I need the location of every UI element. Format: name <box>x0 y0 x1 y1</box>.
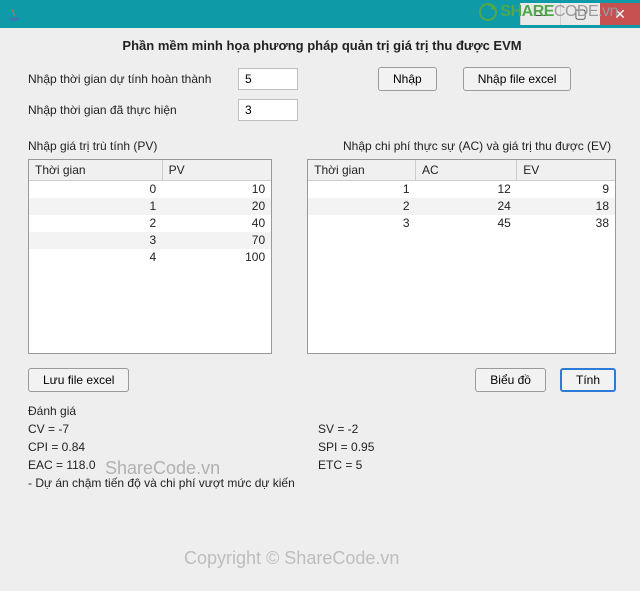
eval-cpi: CPI = 0.84 <box>28 438 318 456</box>
column-header[interactable]: EV <box>517 160 615 181</box>
input-excel-button[interactable]: Nhập file excel <box>463 67 572 91</box>
acev-table[interactable]: Thời gianACEV 11292241834538 <box>307 159 616 354</box>
table-row[interactable]: 34538 <box>308 215 615 232</box>
table-row[interactable]: 120 <box>29 198 271 215</box>
window-content: Phần mềm minh họa phương pháp quản trị g… <box>0 28 640 591</box>
table-row[interactable]: 22418 <box>308 198 615 215</box>
label-actual-time: Nhập thời gian đã thực hiện <box>28 103 228 117</box>
eval-heading: Đánh giá <box>28 402 616 420</box>
evaluation-panel: Đánh giá CV = -7 SV = -2 CPI = 0.84 SPI … <box>28 402 616 492</box>
input-button[interactable]: Nhập <box>378 67 437 91</box>
eval-sv: SV = -2 <box>318 420 358 438</box>
column-header[interactable]: Thời gian <box>29 160 162 181</box>
sharecode-logo: SHARECODE.vn <box>478 2 618 22</box>
label-est-complete: Nhập thời gian dự tính hoàn thành <box>28 72 228 86</box>
save-excel-button[interactable]: Lưu file excel <box>28 368 129 392</box>
eval-note: - Dự án chậm tiến độ và chi phí vượt mức… <box>28 474 616 492</box>
table-row[interactable]: 010 <box>29 181 271 198</box>
pv-table[interactable]: Thời gianPV 0101202403704100 <box>28 159 272 354</box>
actual-time-input[interactable] <box>238 99 298 121</box>
table-row[interactable]: 370 <box>29 232 271 249</box>
eval-etc: ETC = 5 <box>318 456 362 474</box>
pv-section-label: Nhập giá trị trù tính (PV) <box>28 139 273 153</box>
watermark-copyright: Copyright © ShareCode.vn <box>184 548 399 569</box>
eval-eac: EAC = 118.0 <box>28 456 318 474</box>
java-icon <box>6 6 22 22</box>
column-header[interactable]: PV <box>162 160 271 181</box>
chart-button[interactable]: Biểu đồ <box>475 368 546 392</box>
table-row[interactable]: 240 <box>29 215 271 232</box>
column-header[interactable]: AC <box>416 160 517 181</box>
table-row[interactable]: 1129 <box>308 181 615 198</box>
table-row[interactable]: 4100 <box>29 249 271 266</box>
column-header[interactable]: Thời gian <box>308 160 415 181</box>
eval-cv: CV = -7 <box>28 420 318 438</box>
est-complete-input[interactable] <box>238 68 298 90</box>
app-title: Phần mềm minh họa phương pháp quản trị g… <box>28 38 616 53</box>
acev-section-label: Nhập chi phí thực sự (AC) và giá trị thu… <box>343 139 611 153</box>
eval-spi: SPI = 0.95 <box>318 438 374 456</box>
compute-button[interactable]: Tính <box>560 368 616 392</box>
